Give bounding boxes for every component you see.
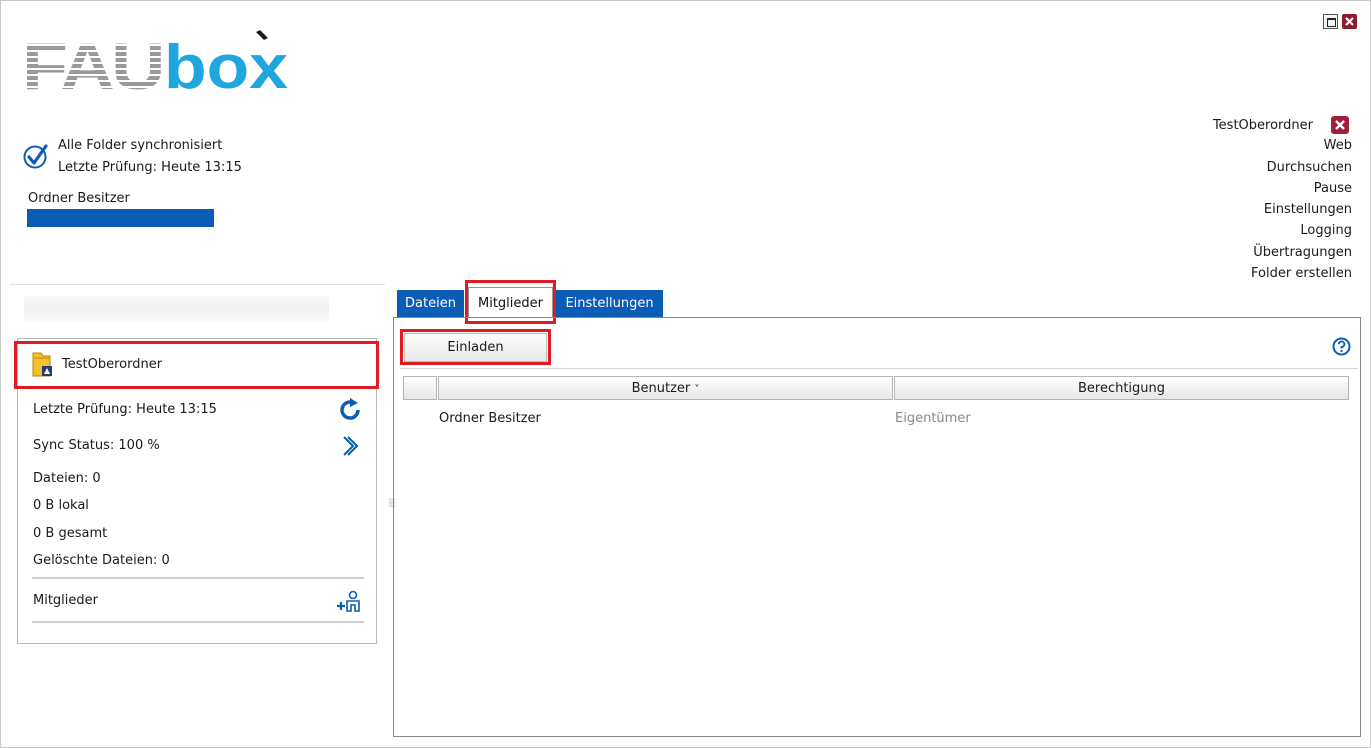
sort-chevron-icon: ˅ (694, 384, 700, 395)
close-window-button[interactable] (1342, 14, 1357, 29)
folder-last-check: Letzte Prüfung: Heute 13:15 (33, 402, 217, 417)
panel-divider (32, 577, 364, 579)
menu-folder-erstellen[interactable]: Folder erstellen (1251, 266, 1352, 281)
owner-label: Ordner Besitzer (28, 191, 130, 206)
menu-web[interactable]: Web (1324, 138, 1352, 153)
faubox-logo: FAU box (22, 29, 289, 92)
tab-einstellungen[interactable]: Einstellungen (556, 290, 663, 317)
column-header-select[interactable] (403, 376, 437, 400)
close-folder-button[interactable] (1331, 116, 1349, 134)
folder-name[interactable]: TestOberordner (62, 357, 162, 372)
tab-dateien[interactable]: Dateien (397, 290, 464, 317)
folder-local: 0 B lokal (33, 498, 89, 513)
owner-name-redacted (27, 209, 214, 227)
folder-deleted: Gelöschte Dateien: 0 (33, 553, 170, 568)
toolbar-divider (400, 368, 1358, 369)
last-check-text: Letzte Prüfung: Heute 13:15 (58, 160, 242, 175)
menu-uebertragungen[interactable]: Übertragungen (1253, 245, 1352, 260)
sync-ok-icon (23, 144, 48, 169)
menu-durchsuchen[interactable]: Durchsuchen (1267, 160, 1352, 175)
section-divider (10, 284, 385, 285)
folder-icon (32, 352, 52, 377)
maximize-button[interactable] (1323, 14, 1338, 29)
refresh-icon[interactable] (338, 398, 364, 422)
logo-text-box: box (164, 33, 289, 92)
logo-text-fau: FAU (22, 29, 162, 92)
column-header-label: Benutzer (631, 381, 691, 396)
column-header-berechtigung[interactable]: Berechtigung (894, 376, 1349, 400)
column-header-benutzer[interactable]: Benutzer ˅ (438, 376, 893, 400)
member-user-cell[interactable]: Ordner Besitzer (439, 411, 541, 426)
folder-files: Dateien: 0 (33, 471, 101, 486)
help-icon[interactable] (1332, 337, 1351, 356)
menu-logging[interactable]: Logging (1300, 223, 1352, 238)
panel-divider (32, 621, 364, 623)
close-icon (1345, 17, 1354, 26)
menu-pause[interactable]: Pause (1314, 181, 1352, 196)
highlight-invite (400, 329, 551, 365)
search-bar-faded (24, 296, 329, 322)
add-member-icon[interactable] (335, 590, 363, 614)
active-folder-label[interactable]: TestOberordner (1213, 118, 1313, 133)
folder-members-label: Mitglieder (33, 593, 98, 608)
member-permission-cell: Eigentümer (895, 411, 971, 426)
menu-einstellungen[interactable]: Einstellungen (1264, 202, 1352, 217)
chevron-right-icon[interactable] (341, 435, 359, 457)
close-icon (1335, 120, 1345, 130)
folder-total: 0 B gesamt (33, 526, 108, 541)
folder-sync-status: Sync Status: 100 % (33, 438, 160, 453)
sync-status-text: Alle Folder synchronisiert (58, 138, 223, 153)
